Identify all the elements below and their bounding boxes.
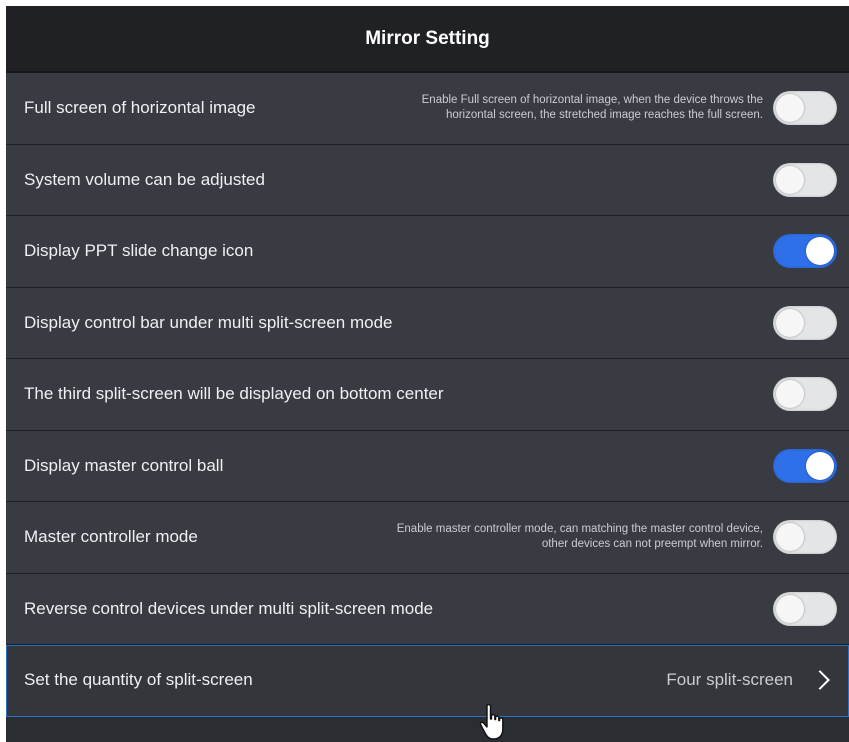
setting-row-control-bar[interactable]: Display control bar under multi split-sc… bbox=[6, 287, 849, 359]
setting-row-third-split-bottom-center[interactable]: The third split-screen will be displayed… bbox=[6, 359, 849, 431]
toggle-knob bbox=[776, 165, 804, 194]
setting-label: Full screen of horizontal image bbox=[24, 98, 256, 118]
master-control-ball-toggle[interactable] bbox=[773, 448, 837, 483]
mirror-setting-panel: Mirror Setting Full screen of horizontal… bbox=[6, 6, 849, 742]
setting-row-master-control-ball[interactable]: Display master control ball bbox=[6, 430, 849, 502]
full-screen-horizontal-toggle[interactable] bbox=[773, 91, 837, 126]
setting-label: Display PPT slide change icon bbox=[24, 241, 254, 261]
setting-label: The third split-screen will be displayed… bbox=[24, 384, 444, 404]
split-screen-quantity-value: Four split-screen bbox=[666, 670, 793, 690]
toggle-knob bbox=[776, 380, 804, 409]
setting-description-line: Enable master controller mode, can match… bbox=[396, 523, 763, 536]
setting-description-line: other devices can not preempt when mirro… bbox=[541, 538, 763, 551]
control-bar-toggle[interactable] bbox=[773, 305, 837, 340]
toggle-knob bbox=[776, 94, 804, 123]
reverse-control-toggle[interactable] bbox=[773, 591, 837, 626]
setting-row-full-screen-horizontal[interactable]: Full screen of horizontal image Enable F… bbox=[6, 73, 849, 145]
toggle-knob bbox=[806, 237, 834, 266]
ppt-slide-icon-toggle[interactable] bbox=[773, 234, 837, 269]
toggle-knob bbox=[776, 308, 804, 337]
setting-description: Enable Full screen of horizontal image, … bbox=[256, 93, 773, 123]
setting-label: Master controller mode bbox=[24, 527, 198, 547]
setting-row-system-volume[interactable]: System volume can be adjusted bbox=[6, 144, 849, 216]
toggle-knob bbox=[776, 594, 804, 623]
system-volume-toggle[interactable] bbox=[773, 162, 837, 197]
setting-row-reverse-control[interactable]: Reverse control devices under multi spli… bbox=[6, 573, 849, 645]
setting-label: Set the quantity of split-screen bbox=[24, 670, 253, 690]
master-controller-mode-toggle[interactable] bbox=[773, 520, 837, 555]
setting-description-line: horizontal screen, the stretched image r… bbox=[445, 109, 763, 122]
setting-description-line: Enable Full screen of horizontal image, … bbox=[421, 94, 763, 107]
setting-description: Enable master controller mode, can match… bbox=[198, 522, 773, 552]
hand-pointer-icon bbox=[479, 704, 504, 740]
setting-label: Reverse control devices under multi spli… bbox=[24, 598, 434, 618]
page-title-text: Mirror Setting bbox=[365, 27, 490, 49]
setting-label: Display master control ball bbox=[24, 455, 224, 475]
setting-label: System volume can be adjusted bbox=[24, 169, 265, 189]
setting-row-split-screen-quantity[interactable]: Set the quantity of split-screen Four sp… bbox=[6, 645, 849, 717]
setting-label: Display control bar under multi split-sc… bbox=[24, 312, 393, 332]
setting-row-master-controller-mode[interactable]: Master controller mode Enable master con… bbox=[6, 502, 849, 574]
toggle-knob bbox=[776, 523, 804, 552]
chevron-right-icon bbox=[810, 670, 830, 691]
setting-row-ppt-slide-icon[interactable]: Display PPT slide change icon bbox=[6, 216, 849, 288]
third-split-bottom-center-toggle[interactable] bbox=[773, 377, 837, 412]
page-title: Mirror Setting bbox=[6, 6, 849, 73]
toggle-knob bbox=[806, 451, 834, 480]
